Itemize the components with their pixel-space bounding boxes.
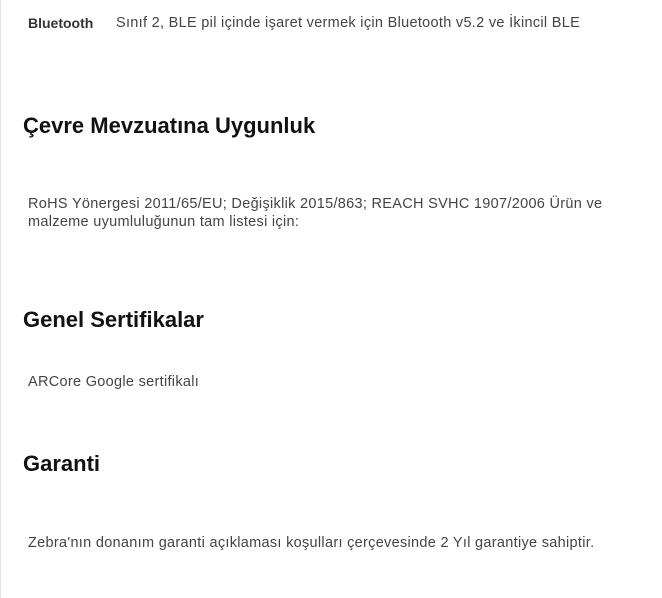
left-border <box>0 0 1 598</box>
section-body-warranty: Zebra'nın donanım garanti açıklaması koş… <box>28 535 595 551</box>
bluetooth-spec-row: Bluetooth Sınıf 2, BLE pil içinde işaret… <box>28 14 648 32</box>
section-body-environmental: RoHS Yönergesi 2011/65/EU; Değişiklik 20… <box>28 196 603 230</box>
bluetooth-value: Sınıf 2, BLE pil içinde işaret vermek iç… <box>116 15 581 31</box>
section-body-certifications: ARCore Google sertifikalı <box>28 374 200 390</box>
bluetooth-label: Bluetooth <box>28 15 94 31</box>
section-title-warranty: Garanti <box>23 451 101 476</box>
section-title-certifications: Genel Sertifikalar <box>23 307 204 332</box>
section-title-environmental: Çevre Mevzuatına Uygunluk <box>23 113 316 138</box>
